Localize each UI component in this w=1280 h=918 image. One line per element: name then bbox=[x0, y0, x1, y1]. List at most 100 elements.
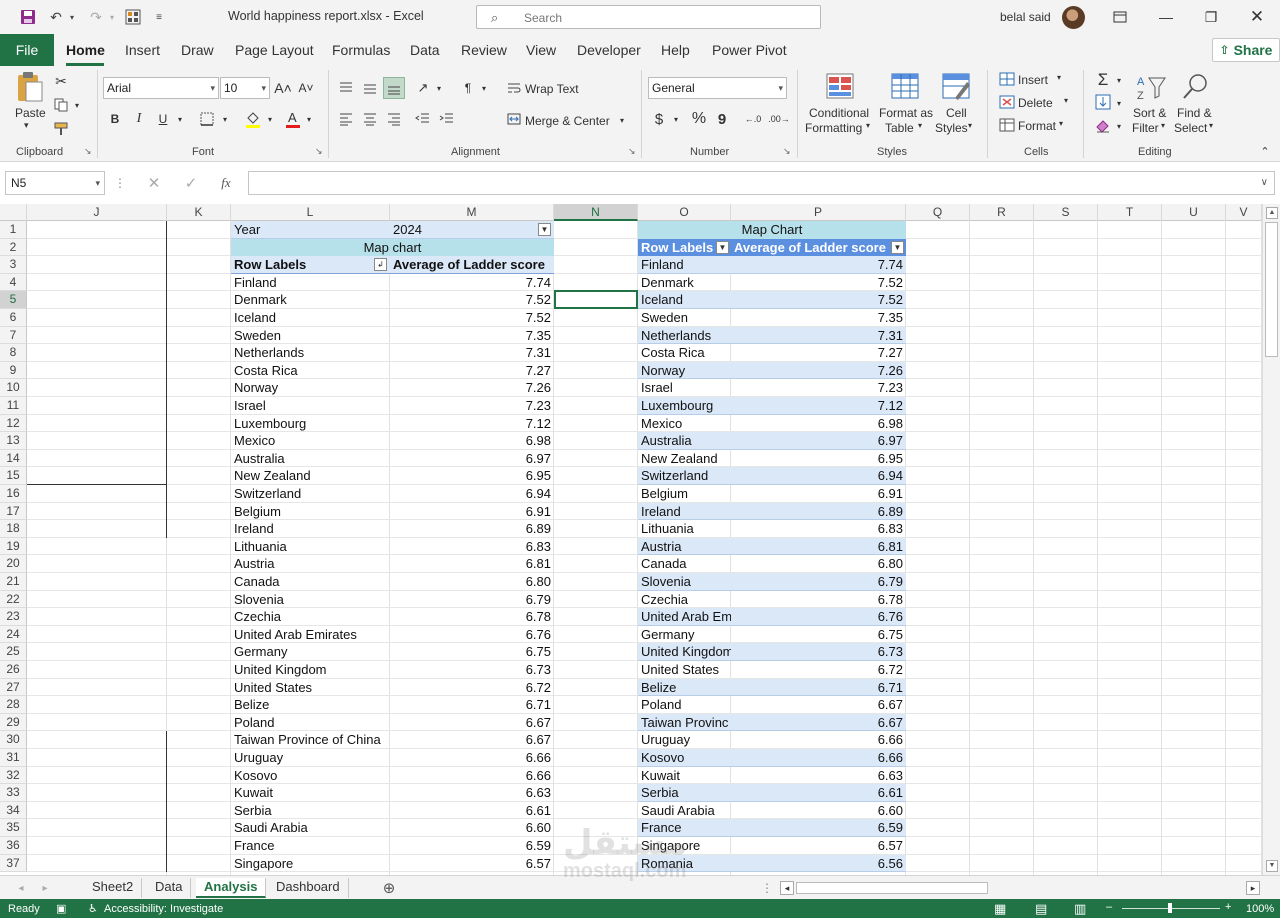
pivot2-row-value[interactable]: 6.94 bbox=[731, 467, 906, 485]
pivot1-row-label[interactable]: Poland bbox=[231, 714, 390, 732]
decrease-decimal-icon[interactable]: .00→ bbox=[768, 109, 790, 129]
pivot1-row-label[interactable]: Norway bbox=[231, 379, 390, 397]
italic-button[interactable]: I bbox=[131, 109, 147, 129]
confirm-entry-icon[interactable]: ✓ bbox=[181, 174, 201, 192]
pivot2-row-value[interactable]: 6.80 bbox=[731, 555, 906, 573]
sheet-tab-analysis[interactable]: Analysis bbox=[196, 878, 267, 898]
pivot2-row-label[interactable]: New Zealand bbox=[638, 450, 731, 468]
formula-input[interactable]: ∨ bbox=[248, 171, 1275, 195]
tab-power-pivot[interactable]: Power Pivot bbox=[712, 42, 787, 58]
sort-filter-icon[interactable]: AZ bbox=[1135, 72, 1166, 102]
insert-cells-button[interactable]: Insert bbox=[1018, 73, 1048, 87]
pivot1-row-value[interactable]: 6.67 bbox=[390, 714, 554, 732]
row-header-20[interactable]: 20 bbox=[0, 555, 27, 573]
tab-draw[interactable]: Draw bbox=[181, 42, 214, 58]
sheet-tab-data[interactable]: Data bbox=[147, 878, 192, 898]
insert-function-icon[interactable]: fx bbox=[216, 174, 236, 192]
font-name-select[interactable]: Arial ▾ bbox=[103, 77, 219, 99]
increase-indent-icon[interactable] bbox=[437, 109, 457, 129]
alignment-launcher-icon[interactable]: ↘ bbox=[628, 146, 636, 157]
tab-view[interactable]: View bbox=[526, 42, 556, 58]
cell-styles-icon[interactable] bbox=[941, 72, 971, 102]
pivot1-row-label[interactable]: United States bbox=[231, 679, 390, 697]
pivot1-row-value[interactable]: 7.12 bbox=[390, 415, 554, 433]
paste-label[interactable]: Paste bbox=[15, 106, 46, 120]
zoom-out-icon[interactable]: – bbox=[1106, 901, 1112, 913]
pivot1-row-value[interactable]: 6.60 bbox=[390, 819, 554, 837]
find-select-label-2[interactable]: Select bbox=[1174, 121, 1207, 135]
form-icon[interactable] bbox=[122, 7, 144, 27]
pivot2-row-label[interactable]: Finland bbox=[638, 256, 731, 274]
share-button[interactable]: ⇧ Share bbox=[1212, 38, 1280, 62]
format-as-table-label-2[interactable]: Table bbox=[885, 121, 914, 135]
pivot1-row-value[interactable]: 6.83 bbox=[390, 538, 554, 556]
row-header-3[interactable]: 3 bbox=[0, 256, 27, 274]
active-cell[interactable] bbox=[554, 290, 638, 309]
pivot1-row-label[interactable]: Switzerland bbox=[231, 485, 390, 503]
increase-font-icon[interactable]: A˄ bbox=[274, 78, 292, 98]
pivot1-row-value[interactable]: 6.80 bbox=[390, 573, 554, 591]
pivot2-row-value[interactable]: 6.63 bbox=[731, 767, 906, 785]
row-header-36[interactable]: 36 bbox=[0, 837, 27, 855]
conditional-formatting-label-2[interactable]: Formatting bbox=[805, 121, 862, 135]
align-center-icon[interactable] bbox=[360, 109, 380, 129]
column-header-q[interactable]: Q bbox=[906, 204, 970, 221]
scroll-down-icon[interactable]: ▼ bbox=[1266, 860, 1278, 872]
pivot1-sort-icon[interactable]: ↲ bbox=[374, 258, 387, 272]
pivot1-row-value[interactable]: 6.89 bbox=[390, 520, 554, 538]
pivot2-row-label[interactable]: Belize bbox=[638, 679, 731, 697]
column-header-p[interactable]: P bbox=[731, 204, 906, 221]
pivot1-row-value[interactable]: 6.61 bbox=[390, 802, 554, 820]
pivot2-row-value[interactable]: 7.26 bbox=[731, 362, 906, 380]
fill-color-dropdown-icon[interactable]: ▾ bbox=[265, 111, 275, 127]
select-all-corner[interactable] bbox=[0, 204, 27, 221]
user-name[interactable]: belal said bbox=[1000, 10, 1051, 24]
row-header-1[interactable]: 1 bbox=[0, 221, 27, 239]
format-dropdown-icon[interactable]: ▾ bbox=[1059, 119, 1063, 128]
pivot1-row-label[interactable]: Lithuania bbox=[231, 538, 390, 556]
pivot2-row-label[interactable]: Uruguay bbox=[638, 731, 731, 749]
pivot1-row-label[interactable]: Ireland bbox=[231, 520, 390, 538]
align-right-icon[interactable] bbox=[384, 109, 404, 129]
pivot2-row-label[interactable]: Taiwan Provinc bbox=[638, 714, 731, 732]
row-header-8[interactable]: 8 bbox=[0, 344, 27, 362]
number-launcher-icon[interactable]: ↘ bbox=[783, 146, 791, 157]
cell-styles-label[interactable]: Cell bbox=[946, 106, 967, 120]
pivot1-row-value[interactable]: 6.94 bbox=[390, 485, 554, 503]
pivot2-row-value[interactable]: 6.72 bbox=[731, 661, 906, 679]
pivot1-row-value[interactable]: 7.52 bbox=[390, 309, 554, 327]
pivot2-row-value[interactable]: 6.91 bbox=[731, 485, 906, 503]
pivot2-row-value[interactable]: 6.95 bbox=[731, 450, 906, 468]
row-header-29[interactable]: 29 bbox=[0, 713, 27, 732]
pivot1-row-value[interactable]: 6.67 bbox=[390, 731, 554, 749]
align-left-icon[interactable] bbox=[336, 109, 356, 129]
currency-dropdown-icon[interactable]: ▾ bbox=[671, 111, 681, 127]
pivot2-row-label[interactable]: Sweden bbox=[638, 309, 731, 327]
pivot2-row-label[interactable]: Kuwait bbox=[638, 767, 731, 785]
normal-view-icon[interactable]: ▦ bbox=[994, 901, 1006, 917]
bold-button[interactable]: B bbox=[107, 109, 123, 129]
pivot1-row-value[interactable]: 6.57 bbox=[390, 855, 554, 873]
align-bottom-icon[interactable] bbox=[383, 77, 405, 99]
borders-dropdown-icon[interactable]: ▾ bbox=[220, 111, 230, 127]
scroll-left-icon[interactable]: ◂ bbox=[780, 881, 794, 895]
pivot1-year-filter-icon[interactable]: ▼ bbox=[538, 223, 551, 236]
pivot2-row-value[interactable]: 6.81 bbox=[731, 538, 906, 556]
worksheet-grid[interactable]: JKLMNOPQRSTUV 1 2 3 4 5 6 7 8 9 10 11 12 13 14 15 16 17 1… bbox=[0, 204, 1262, 875]
pivot2-row-value[interactable]: 6.73 bbox=[731, 643, 906, 661]
pivot2-row-value[interactable]: 6.79 bbox=[731, 573, 906, 591]
pivot2-row-value[interactable]: 6.71 bbox=[731, 679, 906, 697]
vertical-scrollbar[interactable]: ▲ ▼ bbox=[1262, 204, 1280, 875]
find-select-dropdown-icon[interactable]: ▾ bbox=[1209, 121, 1213, 130]
pivot1-row-value[interactable]: 7.26 bbox=[390, 379, 554, 397]
sort-filter-dropdown-icon[interactable]: ▾ bbox=[1161, 121, 1165, 130]
delete-cells-icon[interactable] bbox=[998, 94, 1016, 110]
fill-dropdown-icon[interactable]: ▾ bbox=[1114, 95, 1124, 111]
pivot2-row-value[interactable]: 6.61 bbox=[731, 784, 906, 802]
pivot1-row-value[interactable]: 7.74 bbox=[390, 274, 554, 292]
pivot1-row-value[interactable]: 6.76 bbox=[390, 626, 554, 644]
pivot1-row-value[interactable]: 6.63 bbox=[390, 784, 554, 802]
tab-review[interactable]: Review bbox=[461, 42, 507, 58]
sheet-tab-dashboard[interactable]: Dashboard bbox=[268, 878, 349, 898]
column-header-k[interactable]: K bbox=[167, 204, 231, 221]
